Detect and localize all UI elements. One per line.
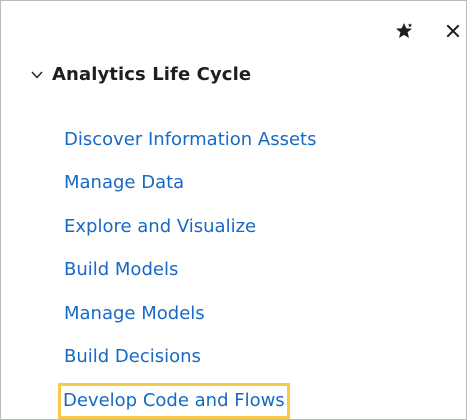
list-item: Build Decisions: [64, 336, 317, 380]
list-item: Build Models: [64, 249, 317, 293]
nav-link-build-decisions[interactable]: Build Decisions: [64, 342, 201, 372]
nav-link-discover-information-assets[interactable]: Discover Information Assets: [64, 125, 317, 155]
nav-link-develop-code-and-flows[interactable]: Develop Code and Flows: [58, 382, 290, 419]
nav-list: Discover Information Assets Manage Data …: [58, 118, 317, 419]
list-item: Discover Information Assets: [64, 118, 317, 162]
chevron-down-icon: [30, 68, 44, 82]
list-item: Explore and Visualize: [64, 205, 317, 249]
close-icon: [446, 23, 460, 42]
nav-link-manage-models[interactable]: Manage Models: [64, 299, 205, 329]
list-item: Develop Code and Flows: [58, 379, 317, 419]
pin-button[interactable]: [392, 20, 418, 47]
section-title: Analytics Life Cycle: [52, 64, 252, 85]
nav-link-build-models[interactable]: Build Models: [64, 255, 178, 285]
section-header-analytics-life-cycle[interactable]: Analytics Life Cycle: [30, 64, 251, 85]
pin-star-icon: [394, 20, 416, 47]
nav-link-explore-and-visualize[interactable]: Explore and Visualize: [64, 212, 256, 242]
nav-link-manage-data[interactable]: Manage Data: [64, 168, 184, 198]
close-button[interactable]: [441, 20, 465, 44]
list-item: Manage Models: [64, 292, 317, 336]
navigation-panel: Analytics Life Cycle Discover Informatio…: [0, 0, 467, 420]
list-item: Manage Data: [64, 162, 317, 206]
